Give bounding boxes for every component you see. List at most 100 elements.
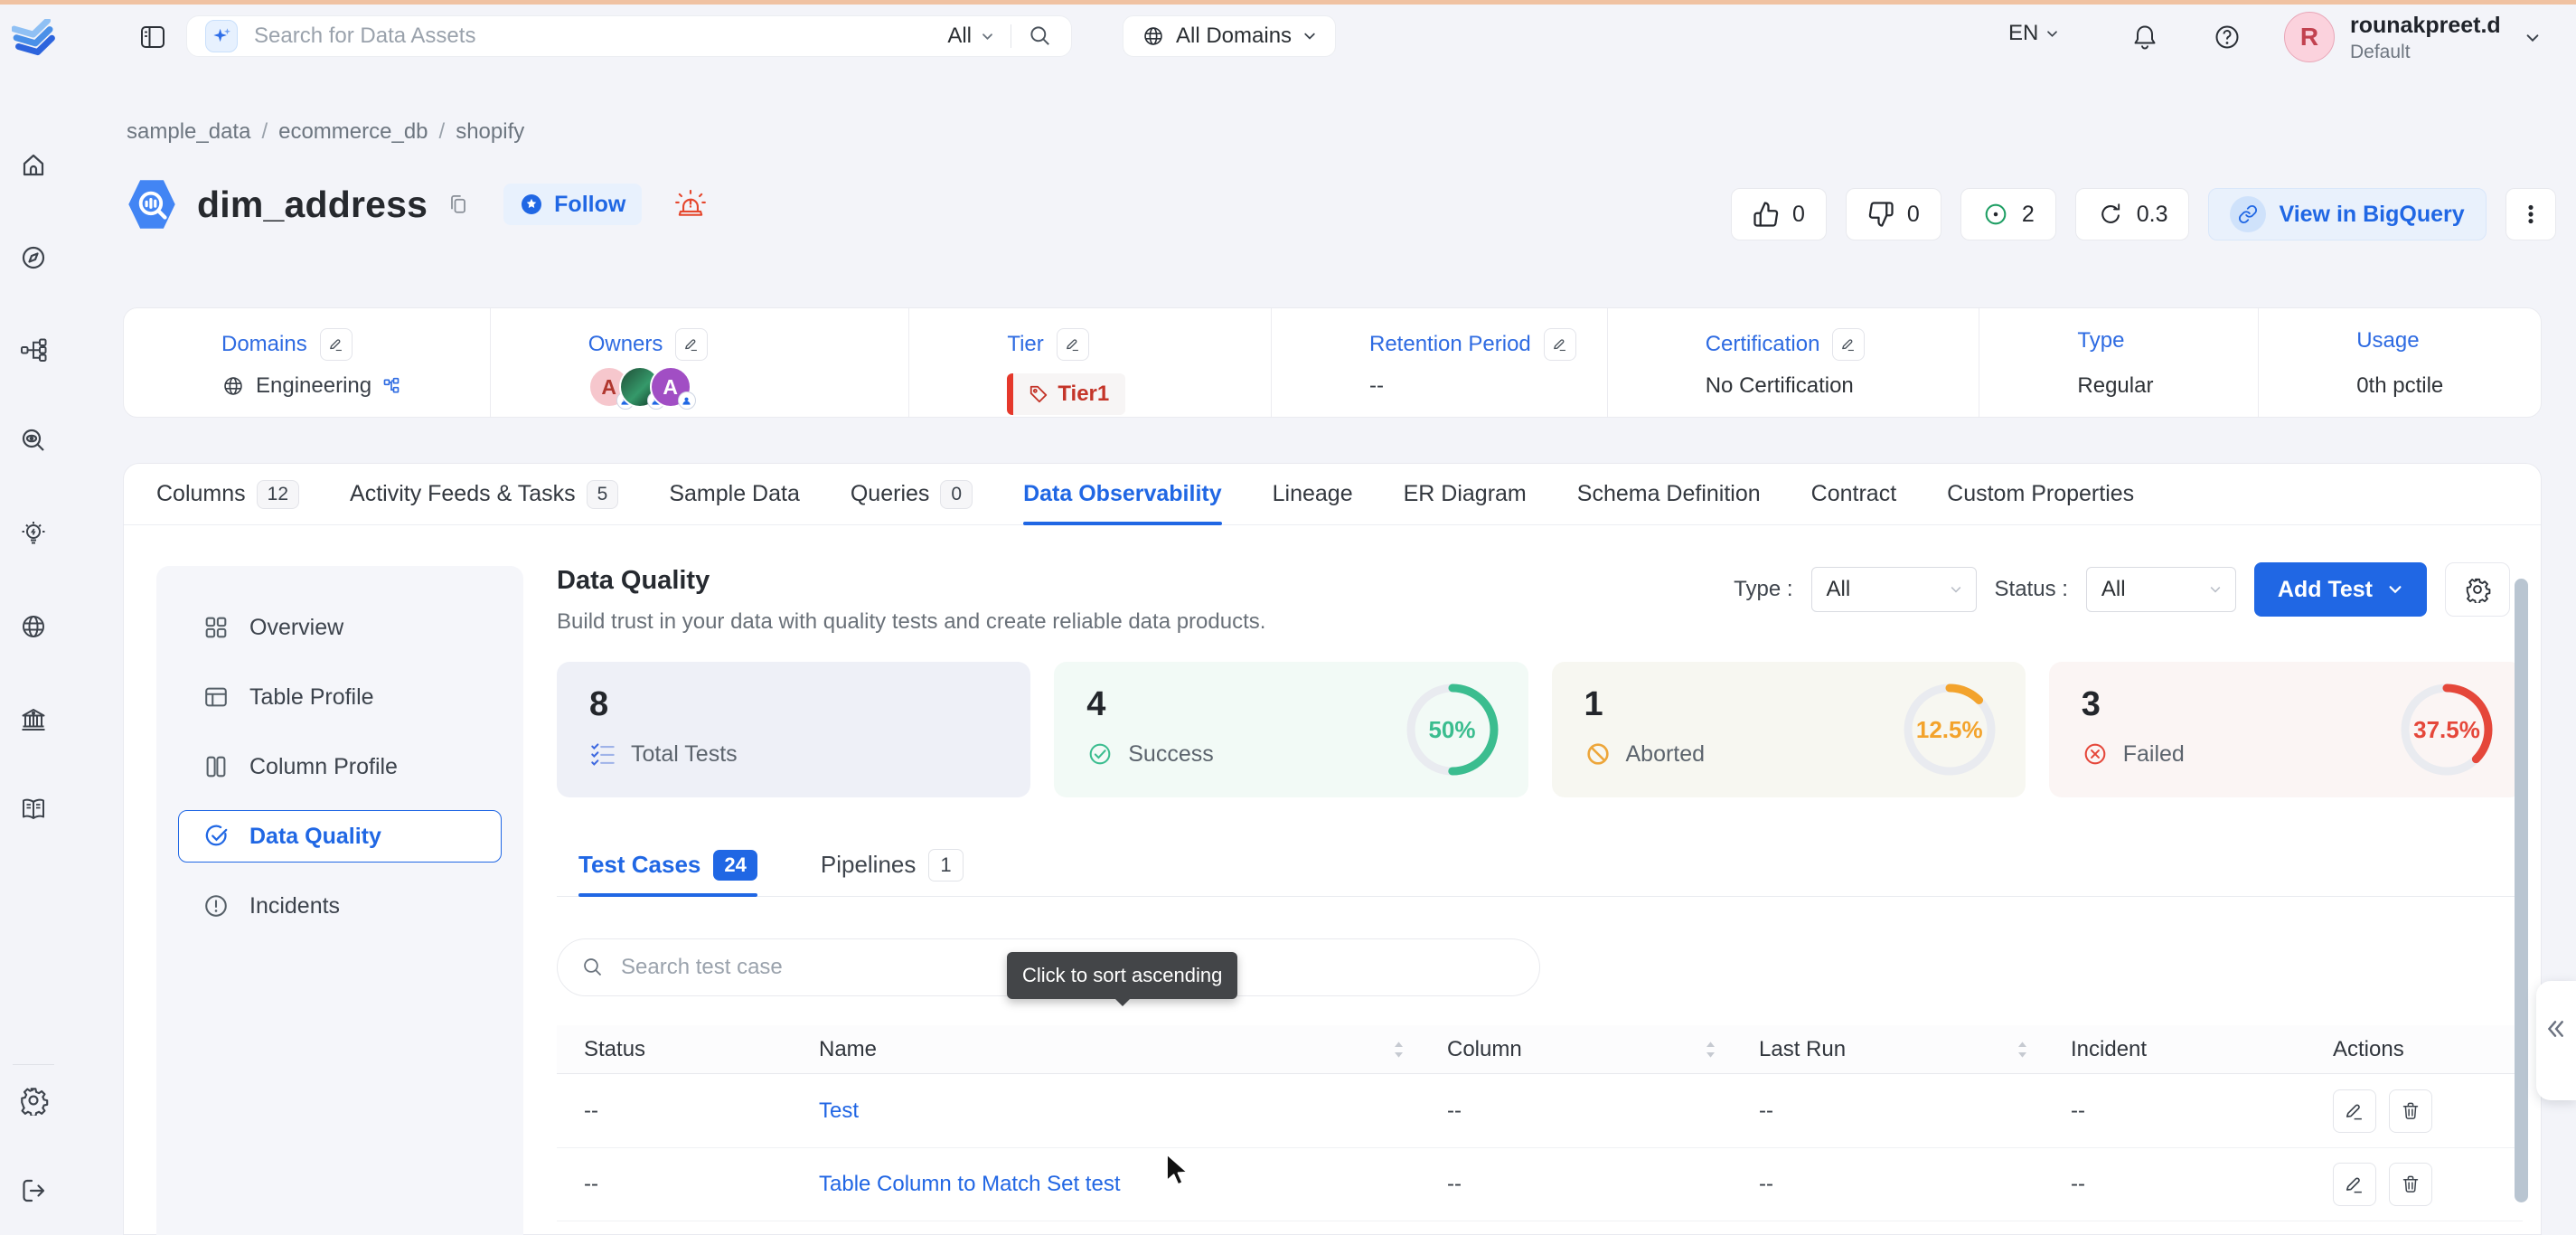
search-scope-dropdown[interactable]: All xyxy=(947,24,994,49)
user-menu-chevron-icon[interactable] xyxy=(2524,30,2541,46)
globe-icon xyxy=(1142,24,1165,48)
search-icon xyxy=(581,956,605,979)
delete-test-button[interactable] xyxy=(2389,1163,2432,1206)
delete-test-button[interactable] xyxy=(2389,1089,2432,1133)
tab-custom-properties[interactable]: Custom Properties xyxy=(1947,464,2134,524)
metadata-domains: Domains Engineering xyxy=(124,308,491,417)
more-options-button[interactable] xyxy=(2505,188,2556,240)
ai-sparkle-icon[interactable] xyxy=(205,20,238,52)
glossary-book-icon[interactable] xyxy=(19,795,48,824)
view-in-bigquery-button[interactable]: View in BigQuery xyxy=(2208,188,2486,240)
star-icon xyxy=(520,193,543,216)
aborted-percent: 12.5% xyxy=(1903,683,1997,777)
tab-er-diagram[interactable]: ER Diagram xyxy=(1404,464,1527,524)
failed-percent: 37.5% xyxy=(2400,683,2494,777)
tab-contract[interactable]: Contract xyxy=(1811,464,1896,524)
edit-retention-icon[interactable] xyxy=(1544,328,1576,361)
alert-siren-icon[interactable] xyxy=(674,188,707,221)
settings-gear-icon[interactable] xyxy=(18,1085,49,1116)
user-avatar[interactable]: R xyxy=(2284,12,2335,62)
downvote-button[interactable]: 0 xyxy=(1846,188,1941,240)
tab-queries[interactable]: Queries0 xyxy=(851,464,973,524)
sort-last-run-icon[interactable] xyxy=(2016,1038,2029,1061)
help-icon[interactable] xyxy=(2213,23,2242,52)
header-name: Name xyxy=(819,1037,1447,1062)
cell-incident: -- xyxy=(2071,1098,2333,1124)
user-menu[interactable]: rounakpreet.d Default xyxy=(2350,13,2501,63)
sidebar-item-table-profile[interactable]: Table Profile xyxy=(178,671,502,723)
home-icon[interactable] xyxy=(19,151,48,180)
global-search-bar: All xyxy=(186,15,1072,57)
tier-tag[interactable]: Tier1 xyxy=(1007,373,1125,415)
insights-bulb-icon[interactable] xyxy=(19,519,48,548)
success-card: 4 Success 50% xyxy=(1054,662,1528,797)
sort-name-icon[interactable] xyxy=(1392,1038,1406,1061)
quality-controls: Type : All Status : All Add Test xyxy=(1734,562,2510,617)
type-filter-select[interactable]: All xyxy=(1811,567,1977,612)
test-case-link[interactable]: Table Column to Match Set test xyxy=(819,1172,1447,1197)
status-filter-select[interactable]: All xyxy=(2086,567,2236,612)
tab-activity-feeds[interactable]: Activity Feeds & Tasks5 xyxy=(350,464,618,524)
sidebar-item-incidents[interactable]: Incidents xyxy=(178,880,502,932)
collapse-panel-handle[interactable] xyxy=(2536,981,2576,1100)
sidebar-toggle-icon[interactable] xyxy=(138,23,167,52)
aborted-slash-icon xyxy=(1584,740,1612,768)
edit-domains-icon[interactable] xyxy=(320,328,353,361)
cell-actions xyxy=(2333,1089,2523,1133)
quality-panel-tabs: Test Cases 24 Pipelines 1 xyxy=(557,834,2523,897)
type-filter-label: Type : xyxy=(1734,577,1792,602)
sidebar-item-overview[interactable]: Overview xyxy=(178,601,502,654)
sort-column-icon[interactable] xyxy=(1704,1038,1717,1061)
notifications-bell-icon[interactable] xyxy=(2130,23,2159,52)
logout-icon[interactable] xyxy=(19,1176,48,1205)
header-last-run: Last Run xyxy=(1759,1037,2071,1062)
govern-bank-icon[interactable] xyxy=(19,705,48,734)
follow-button[interactable]: Follow xyxy=(503,184,642,225)
cell-status: -- xyxy=(584,1098,819,1124)
success-check-icon xyxy=(1086,740,1114,768)
tab-schema-definition[interactable]: Schema Definition xyxy=(1577,464,1761,524)
edit-certification-icon[interactable] xyxy=(1832,328,1865,361)
tab-lineage[interactable]: Lineage xyxy=(1273,464,1353,524)
upvote-button[interactable]: 0 xyxy=(1731,188,1827,240)
all-domains-dropdown[interactable]: All Domains xyxy=(1123,15,1336,57)
breadcrumb-separator: / xyxy=(439,119,446,145)
search-icon[interactable] xyxy=(1028,24,1053,49)
breadcrumb-item[interactable]: sample_data xyxy=(127,119,250,145)
add-test-button[interactable]: Add Test xyxy=(2254,562,2427,617)
tab-pipelines[interactable]: Pipelines 1 xyxy=(821,834,964,896)
edit-test-button[interactable] xyxy=(2333,1089,2376,1133)
collapse-panel-icon xyxy=(2545,1019,2565,1039)
field-label: Owners xyxy=(588,332,663,357)
domains-globe-icon[interactable] xyxy=(19,612,48,641)
sidebar-item-data-quality[interactable]: Data Quality xyxy=(178,810,502,863)
language-dropdown[interactable]: EN xyxy=(2008,21,2059,46)
copy-icon[interactable] xyxy=(446,192,471,217)
quality-settings-button[interactable] xyxy=(2445,562,2510,617)
followers-count-button[interactable]: 2 xyxy=(1960,188,2056,240)
test-case-link[interactable]: Test xyxy=(819,1098,1447,1124)
left-rail xyxy=(0,5,68,1235)
tab-sample-data[interactable]: Sample Data xyxy=(669,464,800,524)
edit-owners-icon[interactable] xyxy=(675,328,708,361)
sidebar-item-column-profile[interactable]: Column Profile xyxy=(178,740,502,793)
breadcrumb-item[interactable]: ecommerce_db xyxy=(278,119,428,145)
domain-link[interactable]: Engineering xyxy=(256,373,371,399)
scrollbar-thumb[interactable] xyxy=(2515,579,2528,1202)
global-search-input[interactable] xyxy=(254,24,931,49)
breadcrumb-item[interactable]: shopify xyxy=(456,119,524,145)
edit-tier-icon[interactable] xyxy=(1057,328,1089,361)
refresh-frequency-button[interactable]: 0.3 xyxy=(2075,188,2190,240)
platform-sitemap-icon[interactable] xyxy=(19,335,48,364)
tab-test-cases[interactable]: Test Cases 24 xyxy=(578,834,757,896)
breadcrumb-separator: / xyxy=(261,119,268,145)
app-logo[interactable] xyxy=(12,19,57,59)
tab-columns[interactable]: Columns12 xyxy=(156,464,299,524)
success-donut: 50% xyxy=(1406,683,1500,777)
explore-compass-icon[interactable] xyxy=(19,243,48,272)
owner-avatar[interactable]: A xyxy=(650,366,691,408)
alert-circle-icon xyxy=(202,892,230,919)
discovery-search-eye-icon[interactable] xyxy=(19,427,48,456)
tab-data-observability[interactable]: Data Observability xyxy=(1023,464,1222,524)
edit-test-button[interactable] xyxy=(2333,1163,2376,1206)
